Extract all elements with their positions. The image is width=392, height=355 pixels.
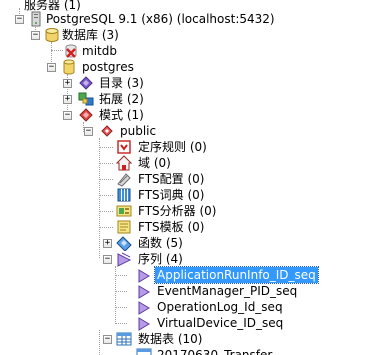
tree-node-sequence[interactable]: EventManager_PID_seq (0, 283, 392, 299)
tree-node-sequence[interactable]: OperationLog_Id_seq (0, 299, 392, 315)
tree-node-fts-template[interactable]: FTS模板 (0) (0, 219, 392, 235)
collapse-toggle[interactable]: − (15, 15, 24, 24)
tree-node-label: 函数 (5) (138, 236, 183, 250)
collapse-toggle[interactable]: − (47, 63, 56, 72)
extensions-icon (78, 91, 94, 107)
table-icon (136, 347, 152, 355)
tree-node-label: public (120, 124, 157, 138)
databases-icon (44, 27, 60, 43)
sequence-icon (136, 315, 152, 331)
tree-node-server[interactable]: − PostgreSQL 9.1 (x86) (localhost:5432) (0, 11, 392, 27)
tree-node-schema-public[interactable]: − public (0, 123, 392, 139)
database-disconnected-icon (63, 43, 79, 59)
fts-template-icon (116, 219, 132, 235)
domain-icon (115, 155, 133, 171)
tree-node-domains[interactable]: 域 (0) (0, 155, 392, 171)
tree-node-schemas[interactable]: − 模式 (1) (0, 107, 392, 123)
tree-node-label: EventManager_PID_seq (157, 284, 298, 298)
expand-toggle[interactable]: + (63, 79, 72, 88)
tree-node-label: mitdb (82, 44, 117, 58)
schemas-icon (78, 107, 94, 123)
object-browser-tree: 服务器 (1) − PostgreSQL 9.1 (x86) (localhos… (0, 0, 392, 355)
fts-parser-icon (116, 203, 132, 219)
collapse-toggle[interactable]: − (84, 127, 93, 136)
tree-node-databases[interactable]: − 数据库 (3) (0, 27, 392, 43)
tree-node-db-postgres[interactable]: − postgres (0, 59, 392, 75)
database-icon (61, 59, 77, 75)
tree-node-db-mitdb[interactable]: mitdb (0, 43, 392, 59)
tree-node-sequence[interactable]: ApplicationRunInfo_ID_seq (0, 266, 392, 284)
tree-node-label: FTS配置 (0) (138, 172, 205, 186)
expand-toggle[interactable]: + (103, 239, 112, 248)
expand-toggle[interactable]: + (63, 95, 72, 104)
tree-node-label: FTS词典 (0) (138, 188, 205, 202)
fts-dictionary-icon (116, 187, 132, 203)
tree-node-sequence[interactable]: VirtualDevice_ID_seq (0, 315, 392, 331)
fts-config-icon (116, 171, 132, 187)
tree-node-label: 定序规则 (0) (138, 140, 207, 154)
sequence-icon (136, 267, 152, 283)
functions-icon (116, 235, 132, 252)
tree-node-label: FTS模板 (0) (138, 220, 205, 234)
tree-node-label: FTS分析器 (0) (138, 204, 217, 218)
sequence-icon (136, 299, 152, 315)
tree-node-functions[interactable]: + 函数 (5) (0, 235, 392, 252)
server-icon (28, 11, 44, 27)
tree-node-label: 数据表 (10) (138, 332, 203, 346)
sequence-icon (136, 283, 152, 299)
tree-node-table[interactable]: 20170630_Transfer (0, 347, 392, 355)
tree-node-fts-config[interactable]: FTS配置 (0) (0, 171, 392, 187)
tree-node-label: 目录 (3) (99, 76, 144, 90)
tables-icon (116, 331, 132, 347)
collation-icon (116, 139, 132, 155)
collapse-toggle[interactable]: − (103, 335, 112, 344)
tree-node-label-selected: ApplicationRunInfo_ID_seq (154, 266, 319, 284)
tree-node-label: 域 (0) (138, 156, 171, 170)
tree-node-label: postgres (82, 60, 134, 74)
tree-node-label: 序列 (4) (138, 252, 183, 266)
schema-icon (99, 123, 115, 139)
tree-node-label: 数据库 (3) (62, 28, 119, 42)
tree-node-label: VirtualDevice_ID_seq (157, 316, 284, 330)
collapse-toggle[interactable]: − (103, 255, 112, 264)
tree-node-extensions[interactable]: + 拓展 (2) (0, 91, 392, 107)
sequences-icon (116, 251, 132, 267)
tree-node-label: OperationLog_Id_seq (157, 300, 283, 314)
tree-node-label: 拓展 (2) (99, 92, 144, 106)
tree-node-sequences[interactable]: − 序列 (4) (0, 251, 392, 267)
collapse-toggle[interactable]: − (31, 31, 40, 40)
tree-node-label: PostgreSQL 9.1 (x86) (localhost:5432) (46, 12, 275, 26)
tree-node-tables[interactable]: − 数据表 (10) (0, 331, 392, 347)
tree-node-label: 20170630_Transfer (157, 348, 273, 355)
tree-node-collations[interactable]: 定序规则 (0) (0, 139, 392, 155)
catalogs-icon (78, 75, 94, 91)
collapse-toggle[interactable]: − (63, 111, 72, 120)
tree-node-catalogs[interactable]: + 目录 (3) (0, 75, 392, 91)
tree-node-fts-parser[interactable]: FTS分析器 (0) (0, 203, 392, 219)
tree-node-fts-dictionary[interactable]: FTS词典 (0) (0, 187, 392, 203)
tree-node-label: 模式 (1) (99, 108, 144, 122)
